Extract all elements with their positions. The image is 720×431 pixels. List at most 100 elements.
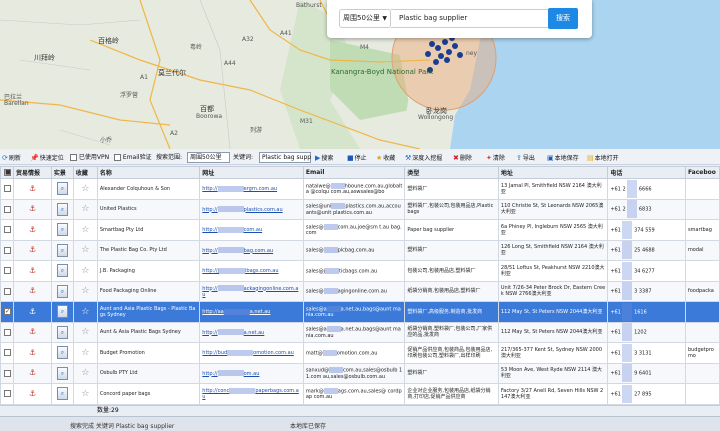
- street-view-cell[interactable]: ⌕: [50, 342, 74, 364]
- name-cell[interactable]: Smartbag Pty Ltd: [96, 219, 201, 241]
- website-link[interactable]: http:// ergrn.com.au: [202, 185, 277, 192]
- table-row[interactable]: ⚓ ⌕ ☆ Osbulb PTY Ltd http:// om.au sanxud@ com.…: [0, 362, 720, 384]
- row-checkbox[interactable]: ✓: [0, 301, 14, 323]
- favorite-cell[interactable]: ☆: [72, 362, 98, 384]
- map-view[interactable]: Bathurst 百格岭 粤岭 川拜岭 莫兰代尔 Kanangra-Boyd N…: [0, 0, 720, 149]
- url-cell[interactable]: http:// ergrn.com.au: [199, 178, 304, 200]
- website-link[interactable]: http:// a.net.au: [202, 329, 264, 336]
- phone-cell[interactable]: +61 3 3387: [607, 280, 686, 302]
- email-cell[interactable]: matt@ omotion.com.au: [302, 342, 406, 364]
- url-cell[interactable]: http://ackagingonline.com.au: [199, 280, 304, 302]
- header-select-all[interactable]: ■: [0, 166, 14, 179]
- address-cell[interactable]: 110 Christie St, St Leonards NSW 2065澳大利…: [497, 198, 609, 220]
- email-cell[interactable]: sales@a a.net.au,bags@aunt mania.com.au: [302, 301, 406, 323]
- header-name[interactable]: 名称: [96, 166, 201, 179]
- facebook-cell[interactable]: [684, 383, 720, 405]
- trade-intel-cell[interactable]: ⚓: [13, 383, 52, 405]
- row-checkbox[interactable]: [0, 219, 14, 241]
- export-button[interactable]: ⇪导出: [516, 153, 535, 163]
- favorite-button[interactable]: ★收藏: [376, 153, 395, 163]
- facebook-cell[interactable]: foodpacka: [684, 280, 720, 302]
- address-cell[interactable]: 126 Long St, Smithfield NSW 2164 澳大利亚: [497, 239, 609, 261]
- trade-intel-cell[interactable]: ⚓: [13, 239, 52, 261]
- favorite-cell[interactable]: ☆: [72, 342, 98, 364]
- type-cell[interactable]: 塑料袋厂: [404, 178, 499, 200]
- local-save-button[interactable]: ▣本地保存: [547, 153, 579, 163]
- url-cell[interactable]: http:// com.au: [199, 219, 304, 241]
- website-link[interactable]: http:// om.au: [202, 370, 259, 377]
- email-cell[interactable]: mark@ ags.com.au,sales@ cordpap com.au: [302, 383, 406, 405]
- phone-cell[interactable]: +61 2 6833: [607, 198, 686, 220]
- header-email[interactable]: Email: [302, 166, 406, 179]
- website-link[interactable]: http://ackagingonline.com.au: [202, 285, 298, 298]
- facebook-cell[interactable]: [684, 301, 720, 323]
- deep-dig-button[interactable]: ⚒深度入挖掘: [405, 153, 442, 163]
- name-cell[interactable]: Osbulb PTY Ltd: [96, 362, 201, 384]
- type-cell[interactable]: 企业对企业服务,包装用品店,纸袋分销商,打印店,促销产品供应商: [404, 383, 499, 405]
- table-row[interactable]: ⚓ ⌕ ☆ Smartbag Pty Ltd http:// com.au sales@ co…: [0, 219, 720, 241]
- vpn-checkbox[interactable]: 已使用VPN: [69, 153, 109, 163]
- url-cell[interactable]: http:// a.net.au: [199, 321, 304, 343]
- website-link[interactable]: http:// bag.com.au: [202, 247, 273, 254]
- name-cell[interactable]: Food Packaging Online: [96, 280, 201, 302]
- name-cell[interactable]: Aunt and Asia Plastic Bags - Plastic Bag…: [96, 301, 201, 323]
- keyword-input[interactable]: Plastic bag supplier: [391, 9, 549, 28]
- street-view-cell[interactable]: ⌕: [50, 280, 74, 302]
- type-cell[interactable]: 塑料袋厂,高级服务,制造商,批发商: [404, 301, 499, 323]
- email-cell[interactable]: sales@ plcbag.com.au: [302, 239, 406, 261]
- name-cell[interactable]: The Plastic Bag Co. Pty Ltd: [96, 239, 201, 261]
- trade-intel-cell[interactable]: ⚓: [13, 321, 52, 343]
- phone-cell[interactable]: +61 2 6666: [607, 178, 686, 200]
- header-trade-intel[interactable]: 贸易情报: [13, 166, 52, 179]
- favorite-cell[interactable]: ☆: [72, 260, 98, 282]
- email-cell[interactable]: sanxud@ com.au,sales@osbulb 11.com au,sal…: [302, 362, 406, 384]
- street-view-cell[interactable]: ⌕: [50, 178, 74, 200]
- name-cell[interactable]: J.B. Packaging: [96, 260, 201, 282]
- favorite-cell[interactable]: ☆: [72, 280, 98, 302]
- type-cell[interactable]: 纸袋分销商,包装用品店,塑料袋厂: [404, 280, 499, 302]
- favorite-cell[interactable]: ☆: [72, 383, 98, 405]
- street-view-cell[interactable]: ⌕: [50, 383, 74, 405]
- header-street-view[interactable]: 实景: [50, 166, 74, 179]
- table-row[interactable]: ⚓ ⌕ ☆ Alexander Colquhoun & Son http:// ergrn…: [0, 178, 720, 200]
- trade-intel-cell[interactable]: ⚓: [13, 260, 52, 282]
- url-cell[interactable]: http:// bag.com.au: [199, 239, 304, 261]
- website-link[interactable]: http://conc paperbags.com.au: [202, 387, 299, 400]
- trade-intel-cell[interactable]: ⚓: [13, 280, 52, 302]
- row-checkbox[interactable]: [0, 280, 14, 302]
- clear-button[interactable]: ✦清除: [486, 153, 505, 163]
- table-row[interactable]: ✓ ⚓ ⌕ ☆ Aunt and Asia Plastic Bags - Plastic…: [0, 301, 720, 323]
- favorite-cell[interactable]: ☆: [72, 321, 98, 343]
- row-checkbox[interactable]: [0, 239, 14, 261]
- phone-cell[interactable]: +61 34 6277: [607, 260, 686, 282]
- address-cell[interactable]: 53 Moon Ave, West Ryde NSW 2114 澳大利亚: [497, 362, 609, 384]
- email-cell[interactable]: sales@ agingonline.com.au: [302, 280, 406, 302]
- address-cell[interactable]: Factory 3/27 Anell Rd, Seven Hills NSW 2…: [497, 383, 609, 405]
- toolbar-keyword-input[interactable]: Plastic bag supp: [259, 152, 311, 163]
- trade-intel-cell[interactable]: ⚓: [13, 301, 52, 323]
- row-checkbox[interactable]: [0, 321, 14, 343]
- street-view-cell[interactable]: ⌕: [50, 301, 74, 323]
- header-type[interactable]: 类型: [404, 166, 499, 179]
- refresh-button[interactable]: ⟳刷新: [2, 153, 21, 163]
- email-cell[interactable]: sales@uni plastics.com.au,accou ants@unit…: [302, 198, 406, 220]
- website-link[interactable]: http:// com.au: [202, 226, 262, 233]
- url-cell[interactable]: http://conc paperbags.com.au: [199, 383, 304, 405]
- range-select[interactable]: 周围50公里: [187, 152, 230, 163]
- name-cell[interactable]: Alexander Colquhoun & Son: [96, 178, 201, 200]
- row-checkbox[interactable]: [0, 362, 14, 384]
- address-cell[interactable]: 13 Jamal Pl, Smithfield NSW 2164 澳大利亚: [497, 178, 609, 200]
- facebook-cell[interactable]: smartbag: [684, 219, 720, 241]
- phone-cell[interactable]: +61 1616: [607, 301, 686, 323]
- url-cell[interactable]: http:// plastics.com.au: [199, 198, 304, 220]
- facebook-cell[interactable]: [684, 178, 720, 200]
- table-row[interactable]: ⚓ ⌕ ☆ Food Packaging Online http://ackagingo…: [0, 280, 720, 302]
- url-cell[interactable]: http:// om.au: [199, 362, 304, 384]
- row-checkbox[interactable]: [0, 260, 14, 282]
- facebook-cell[interactable]: [684, 321, 720, 343]
- email-cell[interactable]: natalwe@ hboune.com.au,globalta @colqu co…: [302, 178, 406, 200]
- table-row[interactable]: ⚓ ⌕ ☆ United Plastics http:// plastics.com.au…: [0, 198, 720, 220]
- website-link[interactable]: http://aa a.net.au: [202, 308, 270, 315]
- address-cell[interactable]: 112 May St, St Peters NSW 2044澳大利亚: [497, 301, 609, 323]
- row-checkbox[interactable]: [0, 383, 14, 405]
